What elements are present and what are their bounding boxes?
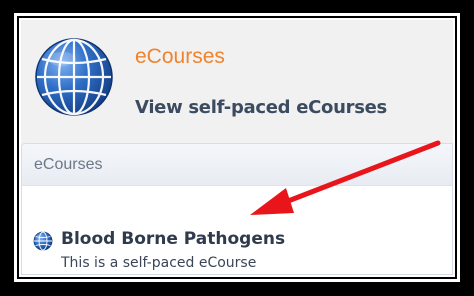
globe-icon <box>35 38 113 116</box>
panel-title: eCourses <box>34 156 103 173</box>
ecourses-header[interactable]: eCourses View self-paced eCourses <box>21 20 453 140</box>
globe-icon <box>33 231 53 251</box>
panel-header: eCourses <box>22 144 452 186</box>
app-subtitle[interactable]: View self-paced eCourses <box>135 99 387 117</box>
course-item-blood-borne-pathogens[interactable]: Blood Borne Pathogens This is a self-pac… <box>33 229 433 275</box>
screenshot-frame: eCourses View self-paced eCourses eCours… <box>14 13 460 282</box>
course-description: This is a self-paced eCourse <box>61 255 257 271</box>
app-title[interactable]: eCourses <box>135 46 225 67</box>
course-title[interactable]: Blood Borne Pathogens <box>61 229 285 249</box>
ecourses-widget: eCourses View self-paced eCourses eCours… <box>21 20 453 275</box>
